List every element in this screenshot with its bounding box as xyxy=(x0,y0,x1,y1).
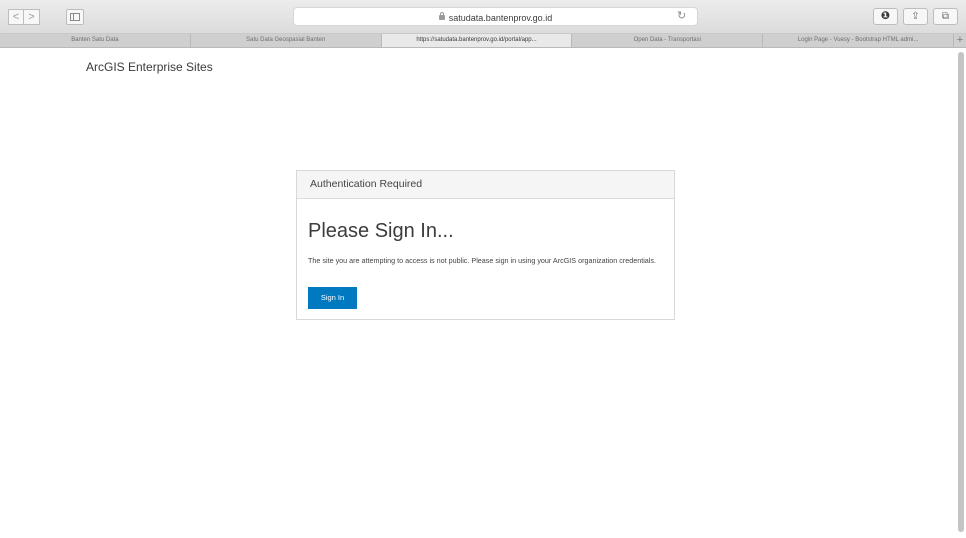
tab-satu-data-geospasial[interactable]: Satu Data Geospasial Banten xyxy=(191,34,382,47)
tab-login-page-vuesy[interactable]: Login Page - Vuesy - Bootstrap HTML admi… xyxy=(763,34,954,47)
nav-buttons: < > xyxy=(8,9,40,25)
sidebar-toggle-button[interactable] xyxy=(66,9,84,25)
sign-in-button[interactable]: Sign In xyxy=(308,287,357,309)
auth-panel-header: Authentication Required xyxy=(297,171,674,199)
browser-toolbar: < > satudata.bantenprov.go.id ↻ ❶ ⇪ ⧉ xyxy=(0,0,966,34)
sign-in-heading: Please Sign In... xyxy=(308,220,454,242)
forward-button[interactable]: > xyxy=(24,9,40,25)
share-button[interactable]: ⇪ xyxy=(903,8,928,25)
tabs-icon: ⧉ xyxy=(941,11,950,22)
chevron-left-icon: < xyxy=(12,11,20,23)
tab-open-data-transportasi[interactable]: Open Data - Transportasi xyxy=(572,34,764,47)
auth-message: The site you are attempting to access is… xyxy=(308,256,656,265)
extension-button[interactable]: ❶ xyxy=(873,8,898,25)
back-button[interactable]: < xyxy=(8,9,24,25)
page-scrollbar[interactable] xyxy=(958,52,964,532)
lock-icon xyxy=(438,12,445,20)
chevron-right-icon: > xyxy=(28,11,35,23)
auth-panel: Authentication Required Please Sign In..… xyxy=(296,170,675,320)
new-tab-button[interactable]: + xyxy=(954,34,966,47)
site-title[interactable]: ArcGIS Enterprise Sites xyxy=(86,60,213,74)
extension-icon: ❶ xyxy=(880,10,891,22)
show-tabs-button[interactable]: ⧉ xyxy=(933,8,958,25)
share-icon: ⇪ xyxy=(911,11,920,22)
tab-bar: Banten Satu Data Satu Data Geospasial Ba… xyxy=(0,34,966,48)
tab-banten-satu-data[interactable]: Banten Satu Data xyxy=(0,34,191,47)
sidebar-icon xyxy=(70,13,80,21)
address-bar[interactable]: satudata.bantenprov.go.id xyxy=(293,7,698,26)
url-text: satudata.bantenprov.go.id xyxy=(448,13,553,23)
tab-portal-active[interactable]: https://satudata.bantenprov.go.id/portal… xyxy=(381,34,573,47)
reload-icon[interactable]: ↻ xyxy=(677,9,686,23)
plus-icon: + xyxy=(956,34,964,46)
